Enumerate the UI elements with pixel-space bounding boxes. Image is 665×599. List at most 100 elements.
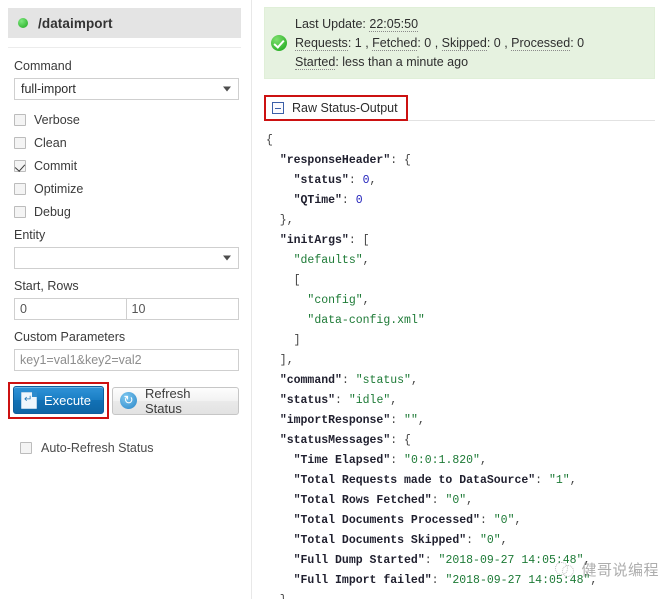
status-started-line: Started: less than a minute ago [295,54,469,70]
json-token: } [266,594,287,599]
json-token: "1" [548,474,570,487]
json-token: "defaults" [293,254,363,267]
checkbox-auto-refresh-label: Auto-Refresh Status [41,441,154,455]
json-token: "initArgs" [279,234,349,247]
json-token: , [390,394,398,407]
raw-status-output-title: Raw Status-Output [292,101,398,115]
json-line: "Total Requests made to DataSource": "1"… [266,471,657,491]
checkbox-auto-refresh[interactable]: Auto-Refresh Status [20,441,239,455]
json-token: ] [266,334,301,347]
json-token: "2018-09-27 14:05:48" [445,574,591,587]
start-rows-row: 0 10 [14,298,239,320]
json-token: : [535,474,549,487]
checkbox-verbose-label: Verbose [34,112,80,127]
custom-parameters-input[interactable]: key1=val1&key2=val2 [14,349,239,371]
started-label: Started [295,54,336,70]
refresh-icon: ↻ [119,392,137,409]
execute-icon [21,391,37,409]
json-token: : [431,574,446,587]
json-token: "Total Documents Processed" [293,514,480,527]
checkbox-optimize-label: Optimize [34,181,84,196]
last-update-label: Last Update: [295,16,366,31]
refresh-status-button[interactable]: ↻ Refresh Status [111,385,239,416]
json-token: { [266,134,273,147]
checkbox-optimize-box[interactable] [14,182,26,195]
json-line: "status": 0, [266,171,657,191]
json-token: "config" [307,294,363,307]
json-token: "0" [479,534,501,547]
json-token: , [590,574,598,587]
json-line: "QTime": 0 [266,191,657,211]
entity-select[interactable] [14,247,239,269]
json-token: : [ [348,234,370,247]
start-rows-label: Start, Rows [14,279,79,293]
solr-dataimport-screen: /dataimport Command full-import Verbose … [0,0,665,599]
execute-button[interactable]: Execute [13,386,104,414]
checkbox-optimize[interactable]: Optimize [14,178,239,199]
endpoint-name: /dataimport [38,15,113,31]
json-token: : [390,454,405,467]
json-line: { [266,131,657,151]
json-token: "status" [355,374,411,387]
entity-label: Entity [14,228,46,242]
json-token: "Total Documents Skipped" [293,534,467,547]
json-token: , [410,374,418,387]
command-select-value: full-import [21,82,76,96]
checkbox-clean-box[interactable] [14,136,26,149]
raw-status-output-toggle[interactable]: Raw Status-Output [264,95,408,121]
json-token: "Total Requests made to DataSource" [293,474,536,487]
rows-input[interactable]: 10 [126,298,239,320]
json-token: "Total Rows Fetched" [293,494,432,507]
command-select[interactable]: full-import [14,78,239,100]
chevron-down-icon [223,86,231,92]
json-line: "responseHeader": { [266,151,657,171]
json-line: "Total Rows Fetched": "0", [266,491,657,511]
checkbox-verbose[interactable]: Verbose [14,109,239,130]
json-line: "Time Elapsed": "0:0:1.820", [266,451,657,471]
checkbox-debug-box[interactable] [14,205,26,218]
requests-label: Requests [295,35,348,51]
started-value: less than a minute ago [342,54,469,69]
json-line: }, [266,211,657,231]
json-token: "command" [279,374,342,387]
checkbox-commit[interactable]: Commit [14,155,239,176]
raw-status-output-header: Raw Status-Output [264,93,655,121]
json-token: , [583,554,591,567]
green-check-icon [271,35,287,51]
start-input[interactable]: 0 [14,298,127,320]
dataimport-status-panel: Last Update: 22:05:50 Requests: 1 , Fetc… [252,0,665,599]
json-token: : [466,534,480,547]
json-token: : { [390,154,411,167]
json-token: "importResponse" [279,414,391,427]
checkbox-debug[interactable]: Debug [14,201,239,222]
checkbox-clean[interactable]: Clean [14,132,239,153]
json-line: "data-config.xml" [266,311,657,331]
json-token: "QTime" [293,194,342,207]
checkbox-verbose-box[interactable] [14,113,26,126]
json-token: 0 [362,174,370,187]
minus-square-icon[interactable] [272,102,284,114]
json-token: ], [266,354,294,367]
json-token: : [335,394,349,407]
last-update-value: 22:05:50 [369,16,419,32]
checkbox-auto-refresh-box[interactable] [20,442,32,454]
json-token: 0 [355,194,363,207]
json-token: : [341,374,356,387]
checkbox-clean-label: Clean [34,135,67,150]
chevron-down-icon [223,255,231,261]
fetched-label: Fetched [372,35,418,51]
json-token: "idle" [348,394,391,407]
json-token: "2018-09-27 14:05:48" [438,554,584,567]
checkbox-commit-box[interactable] [14,159,26,172]
refresh-status-button-label: Refresh Status [144,385,191,416]
